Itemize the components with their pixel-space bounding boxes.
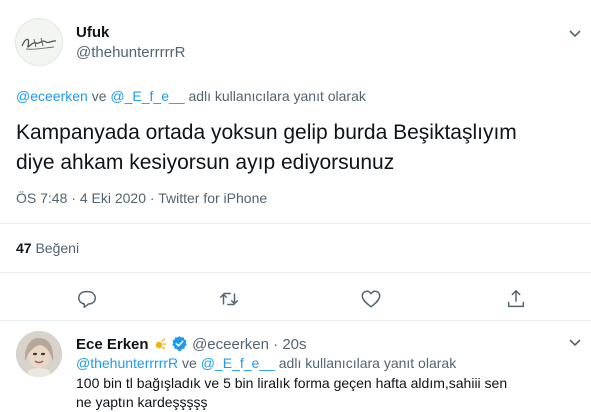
chevron-down-icon[interactable] xyxy=(566,333,584,351)
reply-conj: ve xyxy=(91,88,107,104)
mention-link[interactable]: @_E_f_e__ xyxy=(110,88,184,104)
likes-count: 47 xyxy=(16,240,32,256)
meta-separator: · xyxy=(71,190,76,206)
likes-label: Beğeni xyxy=(35,240,80,256)
reply-time[interactable]: 20s xyxy=(282,336,306,353)
reply-avatar-image xyxy=(16,331,62,377)
tweet-text: Kampanyada ortada yoksun gelip burda Beş… xyxy=(16,118,576,178)
reply-context: @eceerken ve @_E_f_e__ adlı kullanıcılar… xyxy=(16,88,366,104)
share-icon[interactable] xyxy=(505,288,527,310)
tweet-source[interactable]: Twitter for iPhone xyxy=(158,190,267,206)
reply-author-avatar[interactable] xyxy=(16,331,62,377)
likes-summary[interactable]: 47 Beğeni xyxy=(16,240,79,256)
author-avatar[interactable] xyxy=(15,18,63,66)
tweet-meta: ÖS 7:48 · 4 Eki 2020 · Twitter for iPhon… xyxy=(16,190,267,206)
reply-context-suffix: adlı kullanıcılara yanıt olarak xyxy=(188,88,366,104)
author-name[interactable]: Ufuk xyxy=(76,24,109,41)
reply-context-suffix: adlı kullanıcılara yanıt olarak xyxy=(278,355,457,371)
verified-badge-icon xyxy=(171,335,188,352)
meta-separator: · xyxy=(149,190,155,206)
reply-author-name[interactable]: Ece Erken xyxy=(76,336,149,353)
reply-icon[interactable] xyxy=(76,288,98,310)
tweet-date[interactable]: 4 Eki 2020 xyxy=(80,190,146,206)
mention-link[interactable]: @_E_f_e__ xyxy=(201,355,275,371)
divider xyxy=(0,320,591,321)
sun-emoji-icon xyxy=(153,337,167,351)
author-handle[interactable]: @thehunterrrrrR xyxy=(76,44,185,61)
tweet-text-line: diye ahkam kesiyorsun ayıp ediyorsunuz xyxy=(16,151,395,174)
chevron-down-icon[interactable] xyxy=(566,24,584,42)
reply-author-handle[interactable]: @eceerken xyxy=(192,336,269,353)
signature-avatar-image xyxy=(16,19,62,65)
heart-icon[interactable] xyxy=(360,288,382,310)
reply-conj: ve xyxy=(182,355,197,371)
retweet-icon[interactable] xyxy=(218,288,240,310)
tweet-text-line: Kampanyada ortada yoksun gelip burda Beş… xyxy=(16,121,517,144)
reply-text: 100 bin tl bağışladık ve 5 bin liralık f… xyxy=(76,375,508,410)
divider xyxy=(0,272,591,273)
reply-context: @thehunterrrrrR ve @_E_f_e__ adlı kullan… xyxy=(76,355,456,371)
reply-header: Ece Erken @eceerken · 20s xyxy=(76,335,307,353)
mention-link[interactable]: @eceerken xyxy=(16,88,88,104)
meta-separator: · xyxy=(273,336,279,353)
mention-link[interactable]: @thehunterrrrrR xyxy=(76,355,178,371)
tweet-time[interactable]: ÖS 7:48 xyxy=(16,190,67,206)
divider xyxy=(0,223,591,224)
